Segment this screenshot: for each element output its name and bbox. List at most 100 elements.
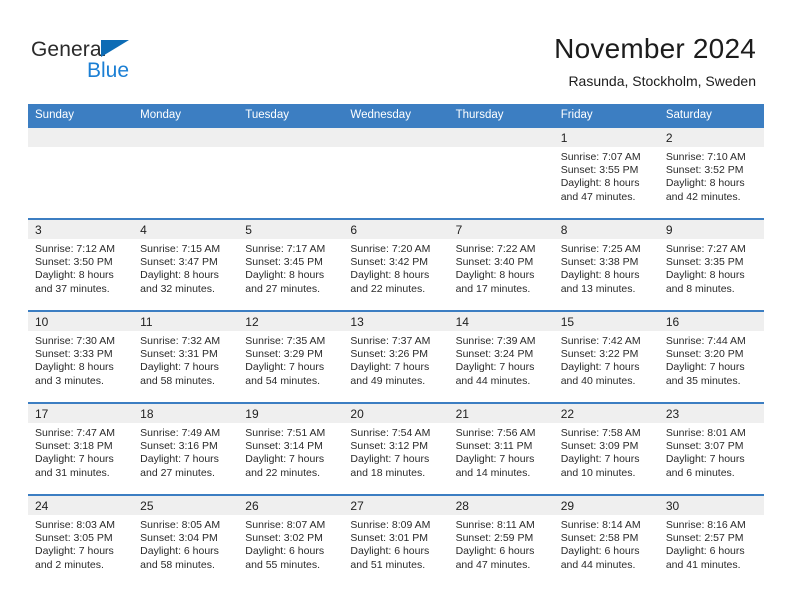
day-number: 4 (133, 220, 239, 239)
calendar-day-cell[interactable]: 24 Sunrise: 8:03 AM Sunset: 3:05 PM Dayli… (28, 494, 134, 586)
day-sun-info: Sunrise: 7:47 AM Sunset: 3:18 PM Dayligh… (35, 427, 115, 479)
calendar-day-cell[interactable]: 13 Sunrise: 7:37 AM Sunset: 3:26 PM Dayli… (343, 310, 449, 403)
calendar-day-cell[interactable]: 21 Sunrise: 7:56 AM Sunset: 3:11 PM Dayli… (448, 402, 554, 495)
day-number: 7 (448, 220, 554, 239)
day-number: 27 (343, 496, 449, 515)
day-sun-info: Sunrise: 8:03 AM Sunset: 3:05 PM Dayligh… (35, 519, 115, 571)
day-number: 20 (343, 404, 449, 423)
day-number: 19 (238, 404, 344, 423)
calendar-empty-cell (448, 128, 554, 219)
day-sun-info: Sunrise: 8:01 AM Sunset: 3:07 PM Dayligh… (665, 427, 746, 479)
day-cell-inner: 1 Sunrise: 7:07 AM Sunset: 3:55 PM Daylig… (553, 128, 659, 218)
calendar-day-cell[interactable]: 12 Sunrise: 7:35 AM Sunset: 3:29 PM Dayli… (238, 310, 344, 403)
calendar-week-row: 17 Sunrise: 7:47 AM Sunset: 3:18 PM Dayli… (28, 402, 764, 495)
calendar-day-cell[interactable]: 18 Sunrise: 7:49 AM Sunset: 3:16 PM Dayli… (133, 402, 239, 495)
day-number: 21 (448, 404, 554, 423)
day-sun-info: Sunrise: 7:44 AM Sunset: 3:20 PM Dayligh… (665, 335, 746, 387)
day-number: 18 (133, 404, 239, 423)
calendar-day-cell[interactable]: 28 Sunrise: 8:11 AM Sunset: 2:59 PM Dayli… (448, 494, 554, 586)
day-sun-info: Sunrise: 7:30 AM Sunset: 3:33 PM Dayligh… (35, 335, 115, 387)
day-sun-info: Sunrise: 8:11 AM Sunset: 2:59 PM Dayligh… (455, 519, 535, 571)
day-number: 16 (658, 312, 764, 331)
weekday-header-saturday: Saturday (658, 104, 764, 128)
day-cell-inner: 23 Sunrise: 8:01 AM Sunset: 3:07 PM Dayli… (658, 404, 764, 494)
calendar-day-cell[interactable]: 8 Sunrise: 7:25 AM Sunset: 3:38 PM Daylig… (553, 218, 659, 311)
day-cell-inner: 26 Sunrise: 8:07 AM Sunset: 3:02 PM Dayli… (238, 496, 344, 586)
calendar-body: 1 Sunrise: 7:07 AM Sunset: 3:55 PM Daylig… (28, 128, 764, 586)
page-header: General Blue November 2024 Rasunda, Stoc… (0, 0, 792, 104)
calendar-day-cell[interactable]: 27 Sunrise: 8:09 AM Sunset: 3:01 PM Dayli… (343, 494, 449, 586)
day-cell-inner: 20 Sunrise: 7:54 AM Sunset: 3:12 PM Dayli… (343, 404, 449, 494)
day-number: 30 (658, 496, 764, 515)
calendar-day-cell[interactable]: 19 Sunrise: 7:51 AM Sunset: 3:14 PM Dayli… (238, 402, 344, 495)
day-cell-inner: 16 Sunrise: 7:44 AM Sunset: 3:20 PM Dayli… (658, 312, 764, 402)
day-sun-info: Sunrise: 7:56 AM Sunset: 3:11 PM Dayligh… (455, 427, 536, 479)
day-sun-info: Sunrise: 7:42 AM Sunset: 3:22 PM Dayligh… (560, 335, 641, 387)
calendar-grid: Sunday Monday Tuesday Wednesday Thursday… (28, 104, 764, 586)
day-number: 29 (553, 496, 659, 515)
day-number: 17 (28, 404, 134, 423)
day-sun-info: Sunrise: 7:07 AM Sunset: 3:55 PM Dayligh… (560, 151, 641, 203)
day-sun-info: Sunrise: 7:49 AM Sunset: 3:16 PM Dayligh… (140, 427, 221, 479)
weekday-header-tuesday: Tuesday (238, 104, 344, 128)
calendar-day-cell[interactable]: 22 Sunrise: 7:58 AM Sunset: 3:09 PM Dayli… (553, 402, 659, 495)
day-cell-inner (28, 128, 134, 218)
day-cell-inner: 11 Sunrise: 7:32 AM Sunset: 3:31 PM Dayli… (133, 312, 239, 402)
calendar-day-cell[interactable]: 7 Sunrise: 7:22 AM Sunset: 3:40 PM Daylig… (448, 218, 554, 311)
day-sun-info: Sunrise: 7:25 AM Sunset: 3:38 PM Dayligh… (560, 243, 641, 295)
day-cell-inner (448, 128, 554, 218)
calendar-day-cell[interactable]: 16 Sunrise: 7:44 AM Sunset: 3:20 PM Dayli… (658, 310, 764, 403)
calendar-day-cell[interactable]: 4 Sunrise: 7:15 AM Sunset: 3:47 PM Daylig… (133, 218, 239, 311)
day-number (28, 128, 134, 147)
day-sun-info: Sunrise: 7:58 AM Sunset: 3:09 PM Dayligh… (560, 427, 641, 479)
title-block: November 2024 Rasunda, Stockholm, Sweden (554, 32, 756, 91)
calendar-day-cell[interactable]: 5 Sunrise: 7:17 AM Sunset: 3:45 PM Daylig… (238, 218, 344, 311)
calendar-day-cell[interactable]: 20 Sunrise: 7:54 AM Sunset: 3:12 PM Dayli… (343, 402, 449, 495)
calendar-day-cell[interactable]: 1 Sunrise: 7:07 AM Sunset: 3:55 PM Daylig… (553, 128, 659, 219)
day-number: 14 (448, 312, 554, 331)
day-number: 15 (553, 312, 659, 331)
day-cell-inner: 9 Sunrise: 7:27 AM Sunset: 3:35 PM Daylig… (658, 220, 764, 310)
calendar-day-cell[interactable]: 6 Sunrise: 7:20 AM Sunset: 3:42 PM Daylig… (343, 218, 449, 311)
day-sun-info: Sunrise: 7:51 AM Sunset: 3:14 PM Dayligh… (245, 427, 326, 479)
day-sun-info: Sunrise: 7:54 AM Sunset: 3:12 PM Dayligh… (350, 427, 431, 479)
day-sun-info: Sunrise: 7:20 AM Sunset: 3:42 PM Dayligh… (350, 243, 431, 295)
calendar-day-cell[interactable]: 26 Sunrise: 8:07 AM Sunset: 3:02 PM Dayli… (238, 494, 344, 586)
day-sun-info: Sunrise: 8:14 AM Sunset: 2:58 PM Dayligh… (560, 519, 641, 571)
day-sun-info (238, 147, 343, 151)
day-cell-inner (343, 128, 449, 218)
calendar-header-row: Sunday Monday Tuesday Wednesday Thursday… (28, 104, 764, 128)
day-number (343, 128, 449, 147)
calendar-day-cell[interactable]: 25 Sunrise: 8:05 AM Sunset: 3:04 PM Dayli… (133, 494, 239, 586)
day-number (133, 128, 239, 147)
day-sun-info: Sunrise: 7:32 AM Sunset: 3:31 PM Dayligh… (140, 335, 221, 387)
day-sun-info: Sunrise: 7:15 AM Sunset: 3:47 PM Dayligh… (140, 243, 221, 295)
calendar-week-row: 3 Sunrise: 7:12 AM Sunset: 3:50 PM Daylig… (28, 218, 764, 311)
day-number: 8 (553, 220, 659, 239)
day-cell-inner: 14 Sunrise: 7:39 AM Sunset: 3:24 PM Dayli… (448, 312, 554, 402)
day-cell-inner: 19 Sunrise: 7:51 AM Sunset: 3:14 PM Dayli… (238, 404, 344, 494)
day-cell-inner: 5 Sunrise: 7:17 AM Sunset: 3:45 PM Daylig… (238, 220, 344, 310)
calendar-day-cell[interactable]: 11 Sunrise: 7:32 AM Sunset: 3:31 PM Dayli… (133, 310, 239, 403)
day-sun-info: Sunrise: 8:05 AM Sunset: 3:04 PM Dayligh… (140, 519, 221, 571)
day-cell-inner: 17 Sunrise: 7:47 AM Sunset: 3:18 PM Dayli… (28, 404, 134, 494)
calendar-day-cell[interactable]: 15 Sunrise: 7:42 AM Sunset: 3:22 PM Dayli… (553, 310, 659, 403)
calendar-day-cell[interactable]: 14 Sunrise: 7:39 AM Sunset: 3:24 PM Dayli… (448, 310, 554, 403)
day-cell-inner: 28 Sunrise: 8:11 AM Sunset: 2:59 PM Dayli… (448, 496, 554, 586)
calendar-day-cell[interactable]: 30 Sunrise: 8:16 AM Sunset: 2:57 PM Dayli… (658, 494, 764, 586)
logo-triangle-icon (101, 40, 129, 57)
calendar-day-cell[interactable]: 17 Sunrise: 7:47 AM Sunset: 3:18 PM Dayli… (28, 402, 134, 495)
day-cell-inner: 29 Sunrise: 8:14 AM Sunset: 2:58 PM Dayli… (553, 496, 659, 586)
calendar-day-cell[interactable]: 23 Sunrise: 8:01 AM Sunset: 3:07 PM Dayli… (658, 402, 764, 495)
calendar-day-cell[interactable]: 2 Sunrise: 7:10 AM Sunset: 3:52 PM Daylig… (658, 128, 764, 219)
day-number: 3 (28, 220, 134, 239)
calendar-day-cell[interactable]: 3 Sunrise: 7:12 AM Sunset: 3:50 PM Daylig… (28, 218, 134, 311)
day-number: 2 (658, 128, 764, 147)
day-cell-inner: 30 Sunrise: 8:16 AM Sunset: 2:57 PM Dayli… (658, 496, 764, 586)
day-cell-inner: 12 Sunrise: 7:35 AM Sunset: 3:29 PM Dayli… (238, 312, 344, 402)
calendar-day-cell[interactable]: 9 Sunrise: 7:27 AM Sunset: 3:35 PM Daylig… (658, 218, 764, 311)
day-cell-inner: 15 Sunrise: 7:42 AM Sunset: 3:22 PM Dayli… (553, 312, 659, 402)
calendar-day-cell[interactable]: 10 Sunrise: 7:30 AM Sunset: 3:33 PM Dayli… (28, 310, 134, 403)
calendar-day-cell[interactable]: 29 Sunrise: 8:14 AM Sunset: 2:58 PM Dayli… (553, 494, 659, 586)
day-number: 26 (238, 496, 344, 515)
